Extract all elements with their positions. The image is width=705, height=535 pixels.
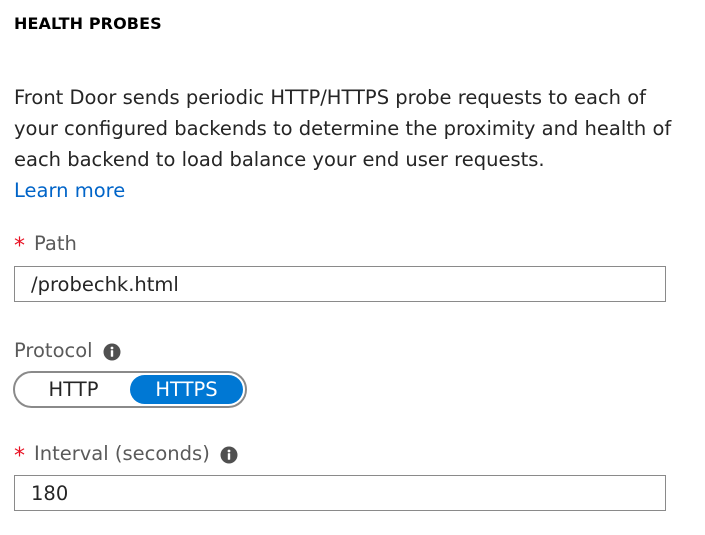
info-icon[interactable]	[103, 343, 121, 361]
learn-more-link[interactable]: Learn more	[14, 179, 125, 202]
info-icon[interactable]	[220, 446, 238, 464]
section-heading: HEALTH PROBES	[14, 14, 162, 33]
protocol-toggle: HTTP HTTPS	[13, 371, 247, 408]
interval-label: * Interval (seconds)	[14, 442, 238, 469]
health-probes-panel: HEALTH PROBES Front Door sends periodic …	[0, 0, 705, 535]
protocol-label: Protocol	[14, 339, 121, 362]
description-text: Front Door sends periodic HTTP/HTTPS pro…	[14, 86, 672, 171]
protocol-label-text: Protocol	[14, 339, 93, 362]
path-input[interactable]	[14, 266, 666, 302]
interval-input[interactable]	[14, 475, 666, 511]
required-indicator: *	[14, 233, 25, 259]
interval-label-text: Interval (seconds)	[34, 442, 210, 465]
protocol-option-http[interactable]: HTTP	[17, 375, 130, 404]
path-label: * Path	[14, 232, 77, 259]
required-indicator: *	[14, 443, 25, 469]
section-description: Front Door sends periodic HTTP/HTTPS pro…	[14, 82, 694, 206]
protocol-option-https[interactable]: HTTPS	[130, 375, 243, 404]
path-label-text: Path	[34, 232, 77, 255]
